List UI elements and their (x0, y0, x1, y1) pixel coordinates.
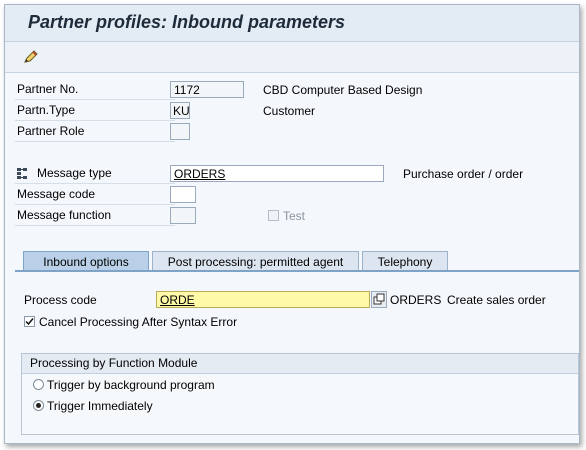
partner-role-label: Partner Role (17, 124, 85, 138)
partner-no-field[interactable]: 1172 (170, 81, 244, 98)
process-code-value: ORDE (160, 293, 195, 307)
message-type-field[interactable]: ORDERS (170, 165, 384, 182)
radio-trigger-immediately[interactable] (33, 400, 44, 411)
copy-icon (373, 293, 385, 305)
partn-type-row: Partn.Type (15, 101, 175, 121)
message-type-value: ORDERS (174, 167, 226, 181)
sap-window: Partner profiles: Inbound parameters Par… (4, 4, 580, 444)
process-code-label: Process code (24, 293, 97, 307)
partner-role-field[interactable] (170, 123, 190, 140)
message-type-label: Message type (37, 166, 112, 180)
tree-structure-icon (17, 168, 27, 179)
message-type-description: Purchase order / order (403, 167, 524, 181)
checkmark-icon (25, 318, 34, 326)
cancel-processing-checkbox[interactable] (24, 316, 35, 327)
partn-type-field[interactable]: KU (170, 102, 190, 119)
partner-no-label: Partner No. (17, 82, 79, 96)
message-function-row: Message function (15, 206, 175, 226)
tab-inbound-options[interactable]: Inbound options (23, 251, 149, 272)
partner-role-row: Partner Role (15, 122, 175, 142)
tab-telephony[interactable]: Telephony (362, 251, 448, 272)
page-title: Partner profiles: Inbound parameters (28, 12, 346, 32)
tab-post-processing[interactable]: Post processing: permitted agent (152, 251, 359, 272)
message-code-field[interactable] (170, 186, 196, 203)
message-function-label: Message function (17, 208, 112, 222)
radio-selected-dot (36, 403, 41, 408)
process-code-description: Create sales order (447, 293, 546, 307)
trigger-immediately-label: Trigger Immediately (47, 399, 153, 413)
trigger-background-label: Trigger by background program (47, 378, 215, 392)
message-type-row: Message type (15, 164, 175, 184)
partner-no-description: CBD Computer Based Design (263, 83, 423, 97)
message-code-label: Message code (17, 187, 96, 201)
process-code-description-code: ORDERS (390, 293, 442, 307)
partn-type-label: Partn.Type (17, 103, 76, 117)
radio-trigger-background[interactable] (33, 379, 44, 390)
message-code-row: Message code (15, 185, 175, 205)
processing-group-title: Processing by Function Module (30, 356, 198, 370)
edit-pencil-icon[interactable] (22, 48, 40, 66)
application-toolbar (5, 41, 579, 73)
test-label: Test (283, 209, 306, 223)
cancel-processing-label: Cancel Processing After Syntax Error (39, 315, 238, 329)
value-help-button[interactable] (371, 291, 387, 308)
partner-no-row: Partner No. (15, 80, 175, 100)
title-bar: Partner profiles: Inbound parameters (5, 5, 579, 41)
process-code-field[interactable]: ORDE (156, 291, 370, 308)
test-checkbox[interactable] (268, 210, 279, 221)
processing-group-box: Processing by Function Module Trigger by… (21, 353, 579, 435)
message-function-field[interactable] (170, 207, 196, 224)
processing-group-title-bar: Processing by Function Module (22, 354, 578, 374)
partn-type-description: Customer (263, 104, 316, 118)
